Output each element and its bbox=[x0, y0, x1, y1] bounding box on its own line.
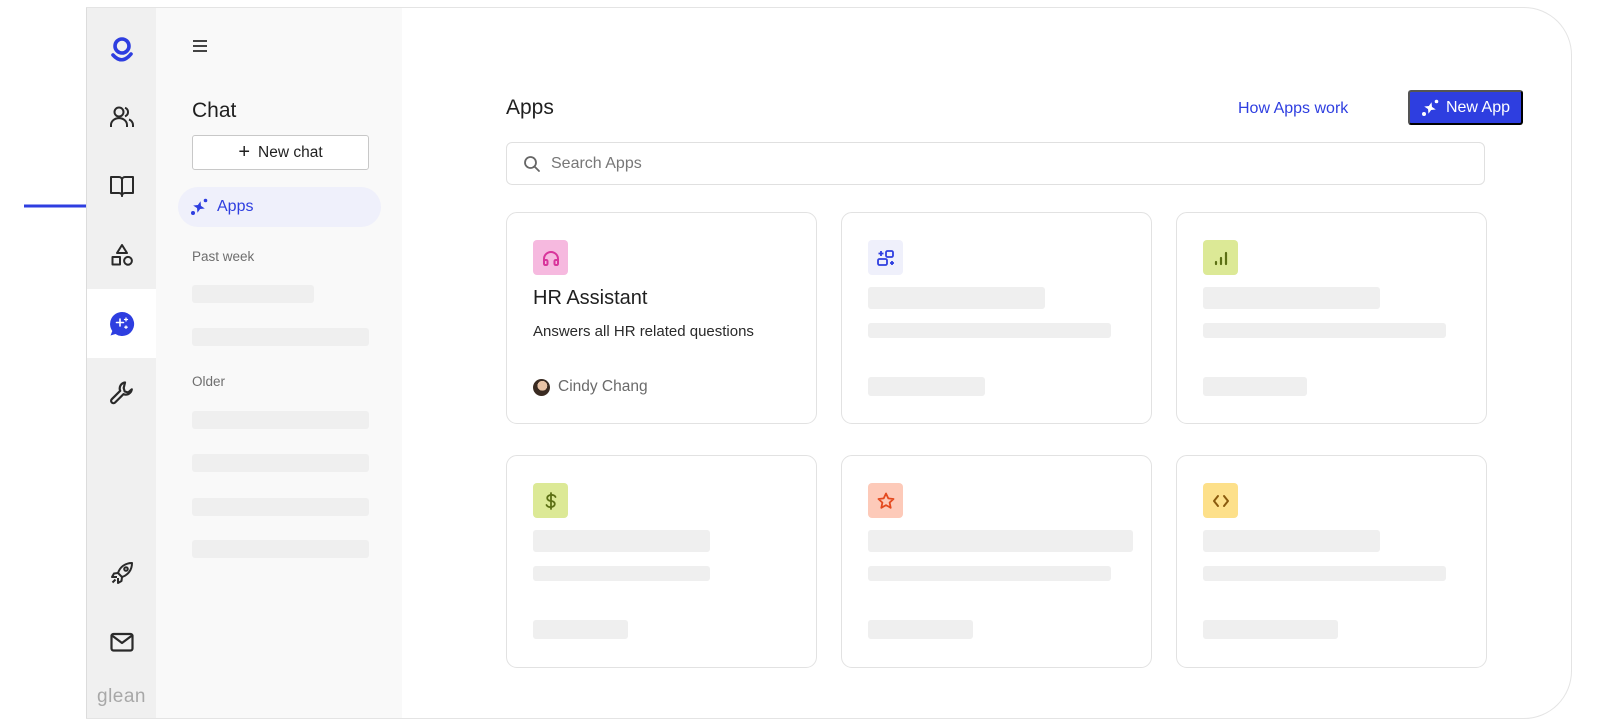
plus-icon: + bbox=[238, 140, 251, 163]
title-skeleton bbox=[533, 530, 710, 552]
app-icon-box bbox=[533, 240, 568, 275]
page-title: Apps bbox=[506, 96, 554, 119]
sidebar-item-apps[interactable]: Apps bbox=[178, 187, 381, 227]
shapes-icon bbox=[111, 243, 133, 266]
app-card-loading[interactable] bbox=[506, 455, 817, 668]
people-icon bbox=[109, 106, 134, 127]
app-icon-box bbox=[533, 483, 568, 518]
apps-sparkle-icon bbox=[1421, 99, 1439, 116]
author-skeleton bbox=[533, 620, 628, 639]
app-card-loading[interactable] bbox=[1176, 455, 1487, 668]
shapes-plus-icon bbox=[876, 249, 894, 266]
rocket-icon bbox=[110, 561, 133, 584]
chat-sparkle-icon bbox=[109, 311, 134, 336]
hamburger-menu-icon[interactable] bbox=[190, 36, 210, 56]
author-skeleton bbox=[1203, 377, 1307, 396]
rail-knowledge[interactable] bbox=[87, 151, 156, 220]
description-skeleton bbox=[1203, 323, 1446, 338]
apps-label: Apps bbox=[217, 198, 254, 215]
past-week-label: Past week bbox=[192, 249, 255, 264]
app-title: HR Assistant bbox=[533, 287, 648, 309]
chat-history-skeleton bbox=[192, 454, 369, 472]
app-card-loading[interactable] bbox=[1176, 212, 1487, 424]
app-description: Answers all HR related questions bbox=[533, 323, 754, 340]
search-input[interactable] bbox=[551, 154, 1451, 173]
title-skeleton bbox=[1203, 287, 1380, 309]
wrench-icon bbox=[109, 380, 133, 404]
older-label: Older bbox=[192, 374, 226, 389]
app-author: Cindy Chang bbox=[533, 378, 648, 396]
title-skeleton bbox=[1203, 530, 1380, 552]
app-icon-box bbox=[868, 483, 903, 518]
avatar bbox=[533, 378, 550, 396]
author-name: Cindy Chang bbox=[558, 378, 648, 395]
description-skeleton bbox=[868, 566, 1111, 581]
chat-history-skeleton bbox=[192, 540, 369, 558]
rail-launch[interactable] bbox=[87, 538, 156, 607]
search-bar[interactable] bbox=[506, 142, 1485, 185]
rail-tools[interactable] bbox=[87, 358, 156, 427]
mail-icon bbox=[109, 632, 134, 652]
app-card-hr-assistant[interactable]: HR Assistant Answers all HR related ques… bbox=[506, 212, 817, 424]
headphones-icon bbox=[542, 250, 559, 266]
apps-page: Apps How Apps work New App HR Assistant … bbox=[402, 8, 1571, 718]
description-skeleton bbox=[868, 323, 1111, 338]
chat-history-skeleton bbox=[192, 498, 369, 516]
new-app-label: New App bbox=[1445, 98, 1511, 116]
app-card-loading[interactable] bbox=[841, 455, 1152, 668]
new-app-button[interactable]: New App bbox=[1408, 90, 1523, 125]
chat-history-skeleton bbox=[192, 328, 369, 346]
title-skeleton bbox=[868, 530, 1133, 552]
star-icon bbox=[877, 492, 894, 509]
app-window: glean Chat + New chat Apps Past week Old… bbox=[86, 7, 1572, 719]
glean-g-icon bbox=[110, 36, 133, 62]
app-card-loading[interactable] bbox=[841, 212, 1152, 424]
chat-sidebar: Chat + New chat Apps Past week Older bbox=[156, 8, 402, 718]
glean-logo: glean bbox=[97, 686, 146, 707]
rail-glean-home[interactable] bbox=[87, 14, 156, 83]
how-apps-work-link[interactable]: How Apps work bbox=[1238, 100, 1348, 118]
dollar-icon bbox=[545, 491, 556, 510]
new-chat-button[interactable]: + New chat bbox=[192, 135, 369, 170]
rail-people[interactable] bbox=[87, 82, 156, 151]
app-icon-box bbox=[1203, 483, 1238, 518]
apps-sparkle-icon bbox=[191, 198, 208, 215]
description-skeleton bbox=[533, 566, 710, 581]
app-icon-box bbox=[1203, 240, 1238, 275]
bar-chart-icon bbox=[1214, 251, 1227, 265]
description-skeleton bbox=[1203, 566, 1446, 581]
chat-history-skeleton bbox=[192, 285, 314, 303]
author-skeleton bbox=[868, 620, 973, 639]
sidebar-title: Chat bbox=[192, 99, 237, 122]
app-icon-box bbox=[868, 240, 903, 275]
new-chat-label: New chat bbox=[258, 143, 323, 161]
code-icon bbox=[1212, 494, 1229, 507]
book-icon bbox=[109, 175, 134, 197]
author-skeleton bbox=[1203, 620, 1338, 639]
rail-shapes[interactable] bbox=[87, 220, 156, 289]
search-icon bbox=[524, 155, 540, 172]
icon-rail: glean bbox=[87, 8, 156, 718]
chat-history-skeleton bbox=[192, 411, 369, 429]
rail-mail[interactable] bbox=[87, 607, 156, 676]
author-skeleton bbox=[868, 377, 985, 396]
rail-chat[interactable] bbox=[87, 289, 156, 358]
title-skeleton bbox=[868, 287, 1045, 309]
